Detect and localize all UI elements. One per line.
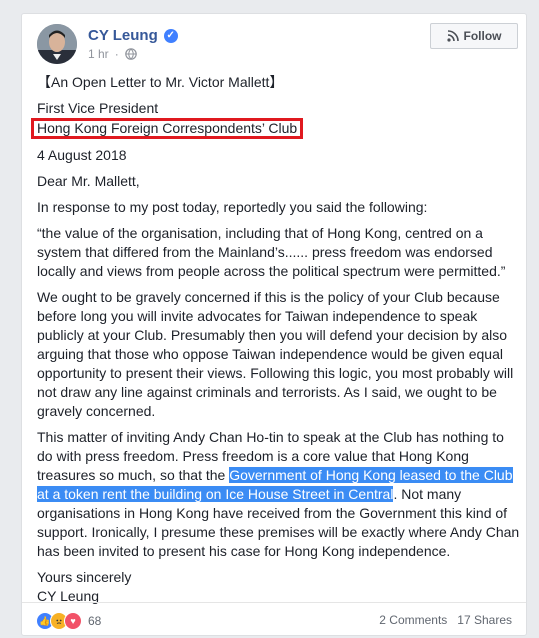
paragraph-4: This matter of inviting Andy Chan Ho-tin… [37, 428, 521, 561]
rss-icon [446, 30, 459, 42]
letter-date: 4 August 2018 [37, 147, 127, 163]
love-reaction-icon: ♥ [64, 612, 82, 630]
post-time[interactable]: 1 hr [88, 47, 109, 61]
recipient-org-line: Hong Kong Foreign Correspondents’ Club [31, 118, 521, 139]
post-footer: 👍 ♥ 68 2 Comments 17 Shares [22, 602, 526, 638]
paragraph-1: In response to my post today, reportedly… [37, 199, 428, 215]
avatar-photo [37, 24, 77, 64]
reaction-count: 68 [88, 614, 102, 628]
globe-icon [124, 48, 137, 60]
letter-title: 【An Open Letter to Mr. Victor Mallett】 [37, 74, 284, 90]
follow-label: Follow [463, 29, 502, 43]
engagement-counts: 2 Comments 17 Shares [379, 613, 512, 627]
post-card: CY Leung ✓ 1 hr · Follow 【An Open Letter… [21, 13, 527, 636]
closing: Yours sincerely [37, 569, 132, 585]
verified-badge-icon: ✓ [163, 28, 178, 43]
author-name[interactable]: CY Leung [88, 27, 158, 44]
paragraph-quote: “the value of the organisation, includin… [37, 225, 506, 279]
post-body: 【An Open Letter to Mr. Victor Mallett】 F… [31, 73, 521, 606]
post-meta: 1 hr · [88, 47, 137, 61]
follow-button[interactable]: Follow [430, 23, 518, 49]
recipient-org-annotated: Hong Kong Foreign Correspondents’ Club [31, 118, 304, 139]
reactions-summary[interactable]: 👍 ♥ 68 [36, 612, 101, 630]
dot-separator: · [114, 47, 119, 61]
shares-count[interactable]: 17 Shares [457, 613, 512, 627]
author-row: CY Leung ✓ [88, 27, 178, 44]
avatar[interactable] [37, 24, 77, 64]
comments-count[interactable]: 2 Comments [379, 613, 447, 627]
salutation: Dear Mr. Mallett, [37, 173, 140, 189]
recipient-role: First Vice President [37, 100, 159, 116]
paragraph-3: We ought to be gravely concerned if this… [37, 289, 514, 419]
